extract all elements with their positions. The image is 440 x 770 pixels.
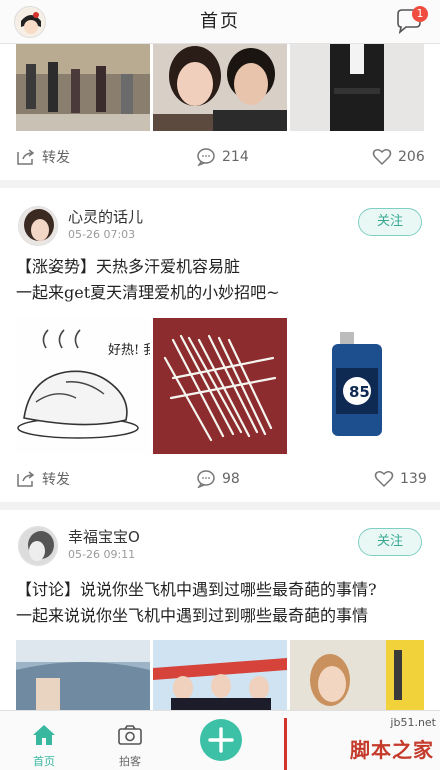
repost-button[interactable]: 转发: [16, 464, 70, 494]
like-button[interactable]: 206: [372, 142, 425, 172]
comment-count: 214: [222, 149, 249, 165]
tab-home[interactable]: 首页: [0, 711, 88, 770]
post-actions: 转发 214 206: [0, 142, 440, 172]
follow-button[interactable]: 关注: [358, 208, 422, 236]
post-image[interactable]: 85: [290, 318, 424, 454]
share-icon: [17, 471, 35, 487]
home-icon: [33, 725, 55, 745]
comment-button[interactable]: 214: [196, 142, 249, 172]
comment-count: 98: [222, 471, 240, 487]
messages-button[interactable]: 1: [394, 6, 428, 38]
comment-icon: [197, 470, 215, 488]
post-image[interactable]: [290, 44, 424, 131]
like-count: 139: [400, 471, 427, 487]
author-name[interactable]: 心灵的话儿: [68, 206, 143, 227]
watermark-text: 脚本之家: [350, 738, 434, 762]
top-header: 首页 1: [0, 0, 440, 44]
post-image[interactable]: [16, 640, 150, 710]
heart-icon: [372, 149, 392, 166]
post-image[interactable]: [16, 44, 150, 131]
heart-icon: [374, 471, 394, 488]
share-icon: [17, 149, 35, 165]
feed[interactable]: 转发 214 206 心灵的话儿 05-26 07:03 关注 【涨姿势】天热多…: [0, 44, 440, 710]
post-image-row: [16, 44, 424, 131]
image-caption: 好热! 我快!: [108, 343, 150, 358]
repost-button[interactable]: 转发: [16, 142, 70, 172]
follow-button[interactable]: 关注: [358, 528, 422, 556]
post-body: 一起来get夏天清理爱机的小妙招吧~: [16, 283, 280, 302]
unread-badge: 1: [412, 6, 428, 22]
post-actions: 转发 98 139: [0, 464, 440, 494]
post-title: 【讨论】说说你坐飞机中遇到过哪些最奇葩的事情?: [16, 580, 377, 599]
post-image[interactable]: [153, 318, 287, 454]
like-count: 206: [398, 149, 425, 165]
post-image-row: [16, 640, 424, 710]
like-button[interactable]: 139: [374, 464, 427, 494]
post-divider: [0, 502, 440, 510]
repost-label: 转发: [42, 472, 70, 488]
post-image-row: 好热! 我快!: [16, 318, 424, 454]
comment-button[interactable]: 98: [196, 464, 240, 494]
author-avatar[interactable]: [18, 526, 58, 566]
post-title: 【涨姿势】天热多汗爱机容易脏: [16, 257, 241, 276]
plus-icon: [208, 727, 234, 753]
watermark-edge: [284, 718, 287, 770]
post-divider: [0, 180, 440, 188]
post-image[interactable]: 好热! 我快!: [16, 318, 150, 454]
image-caption: 85: [349, 383, 370, 401]
repost-label: 转发: [42, 150, 70, 166]
post-header: 幸福宝宝O 05-26 09:11 关注: [0, 524, 440, 572]
post-image[interactable]: [153, 44, 287, 131]
author-avatar[interactable]: [18, 206, 58, 246]
watermark-url: jb51.net: [390, 716, 436, 729]
tab-photo-label: 拍客: [119, 755, 141, 768]
post-time: 05-26 09:11: [68, 548, 136, 561]
comment-icon: [197, 148, 215, 166]
camera-icon: [118, 725, 142, 745]
tab-home-label: 首页: [33, 755, 55, 768]
post-body: 一起来说说你坐飞机中遇到过到哪些最奇葩的事情: [16, 606, 369, 625]
post-image[interactable]: [153, 640, 287, 710]
bottom-tabbar: 首页 拍客 jb51.net 脚本之家: [0, 710, 440, 770]
author-name[interactable]: 幸福宝宝O: [68, 526, 140, 547]
post-time: 05-26 07:03: [68, 228, 136, 241]
page-title: 首页: [200, 11, 240, 32]
tab-photo[interactable]: 拍客: [86, 711, 174, 770]
watermark: jb51.net 脚本之家: [280, 712, 440, 770]
post-header: 心灵的话儿 05-26 07:03 关注: [0, 204, 440, 252]
add-post-button[interactable]: [200, 719, 242, 761]
post-image[interactable]: [290, 640, 424, 710]
